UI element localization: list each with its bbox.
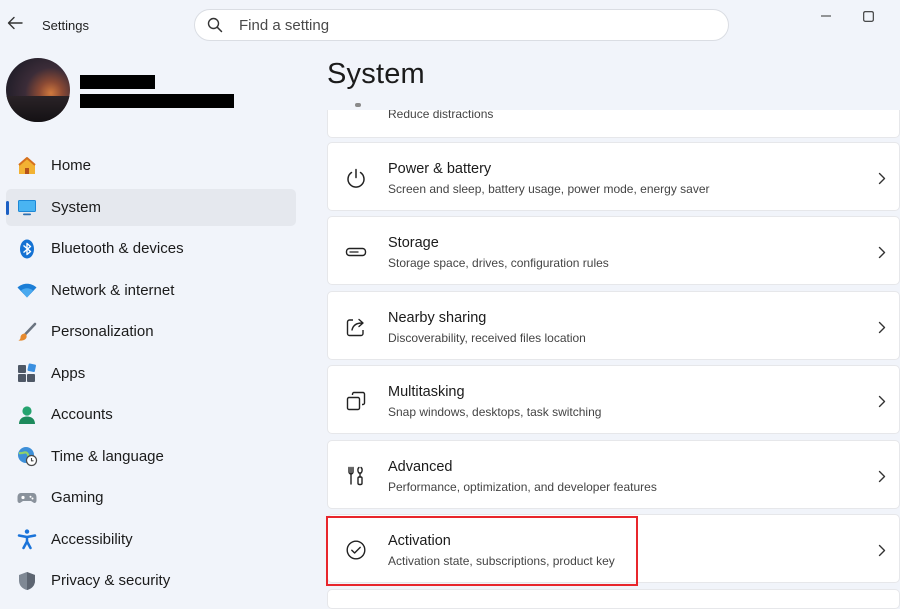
sidebar-item-home[interactable]: Home — [6, 147, 296, 184]
sidebar-item-label: Privacy & security — [51, 572, 171, 589]
wifi-icon — [16, 279, 38, 301]
chevron-right-icon — [875, 541, 889, 559]
card-title: Advanced — [388, 459, 453, 475]
chevron-right-icon — [875, 392, 889, 410]
back-button[interactable] — [4, 12, 26, 34]
card-subtitle: Screen and sleep, battery usage, power m… — [388, 182, 710, 196]
avatar[interactable] — [6, 58, 70, 122]
card-storage[interactable]: Storage Storage space, drives, configura… — [327, 216, 900, 285]
sidebar-nav: Home System Bluetooth & devices Network … — [6, 147, 296, 604]
sidebar-item-label: Accessibility — [51, 530, 133, 548]
accessibility-icon — [16, 528, 38, 550]
chevron-right-icon — [875, 169, 889, 187]
sidebar-item-personalization[interactable]: Personalization — [6, 313, 296, 350]
card-subtitle: Activation state, subscriptions, product… — [388, 554, 615, 568]
sidebar-item-system[interactable]: System — [6, 188, 296, 226]
card-title: Storage — [388, 235, 439, 251]
person-icon — [16, 404, 38, 426]
card-next-partial[interactable] — [327, 589, 900, 609]
sidebar-item-label: Time & language — [51, 447, 164, 465]
sidebar-item-label: Gaming — [51, 489, 104, 506]
search-icon — [207, 17, 223, 33]
advanced-icon — [344, 464, 368, 488]
sidebar-item-time-language[interactable]: Time & language — [6, 438, 296, 475]
sidebar-item-accounts[interactable]: Accounts — [6, 396, 296, 433]
bluetooth-icon — [16, 238, 38, 260]
sidebar-item-network[interactable]: Network & internet — [6, 272, 296, 309]
sidebar-item-label: Accounts — [51, 406, 113, 423]
share-icon — [344, 315, 368, 339]
check-circle-icon — [344, 538, 368, 562]
sidebar-item-accessibility[interactable]: Accessibility — [6, 521, 296, 558]
storage-icon — [344, 240, 368, 264]
power-icon — [344, 166, 368, 190]
card-subtitle: Storage space, drives, configuration rul… — [388, 256, 609, 270]
card-subtitle: Discoverability, received files location — [388, 331, 586, 345]
sidebar-item-label: Bluetooth & devices — [51, 240, 184, 257]
profile-name-redacted — [80, 75, 155, 89]
globe-clock-icon — [16, 445, 38, 467]
gamepad-icon — [16, 487, 38, 509]
app-title: Settings — [42, 18, 89, 33]
home-icon — [16, 155, 38, 177]
card-advanced[interactable]: Advanced Performance, optimization, and … — [327, 440, 900, 509]
chevron-right-icon — [875, 318, 889, 336]
sidebar-item-label: Personalization — [51, 323, 154, 340]
profile-email-redacted — [80, 94, 234, 108]
system-icon — [16, 196, 38, 218]
card-title: Activation — [388, 533, 451, 549]
sidebar-item-label: Network & internet — [51, 281, 175, 299]
card-multitasking[interactable]: Multitasking Snap windows, desktops, tas… — [327, 365, 900, 434]
sidebar-item-label: Apps — [51, 364, 86, 382]
card-power-battery[interactable]: Power & battery Screen and sleep, batter… — [327, 142, 900, 211]
apps-icon — [16, 362, 38, 384]
chevron-right-icon — [875, 243, 889, 261]
sidebar-item-gaming[interactable]: Gaming — [6, 479, 296, 516]
card-activation[interactable]: Activation Activation state, subscriptio… — [327, 514, 900, 583]
card-title: Nearby sharing — [388, 310, 487, 326]
sidebar-item-label: System — [51, 198, 102, 216]
back-arrow-icon — [7, 16, 23, 30]
sidebar-item-label: Home — [51, 157, 92, 174]
brush-icon — [16, 321, 38, 343]
sidebar-item-apps[interactable]: Apps — [6, 355, 296, 392]
card-nearby-sharing[interactable]: Nearby sharing Discoverability, received… — [327, 291, 900, 360]
card-title: Power & battery — [388, 161, 492, 177]
settings-list: Power & battery Screen and sleep, batter… — [327, 0, 900, 600]
sidebar-item-bluetooth[interactable]: Bluetooth & devices — [6, 230, 296, 267]
sidebar-item-privacy-security[interactable]: Privacy & security — [6, 562, 296, 599]
chevron-right-icon — [875, 467, 889, 485]
card-subtitle: Performance, optimization, and developer… — [388, 480, 657, 494]
shield-icon — [16, 570, 38, 592]
card-title: Multitasking — [388, 384, 465, 400]
multitasking-icon — [344, 389, 368, 413]
card-subtitle: Snap windows, desktops, task switching — [388, 405, 602, 419]
